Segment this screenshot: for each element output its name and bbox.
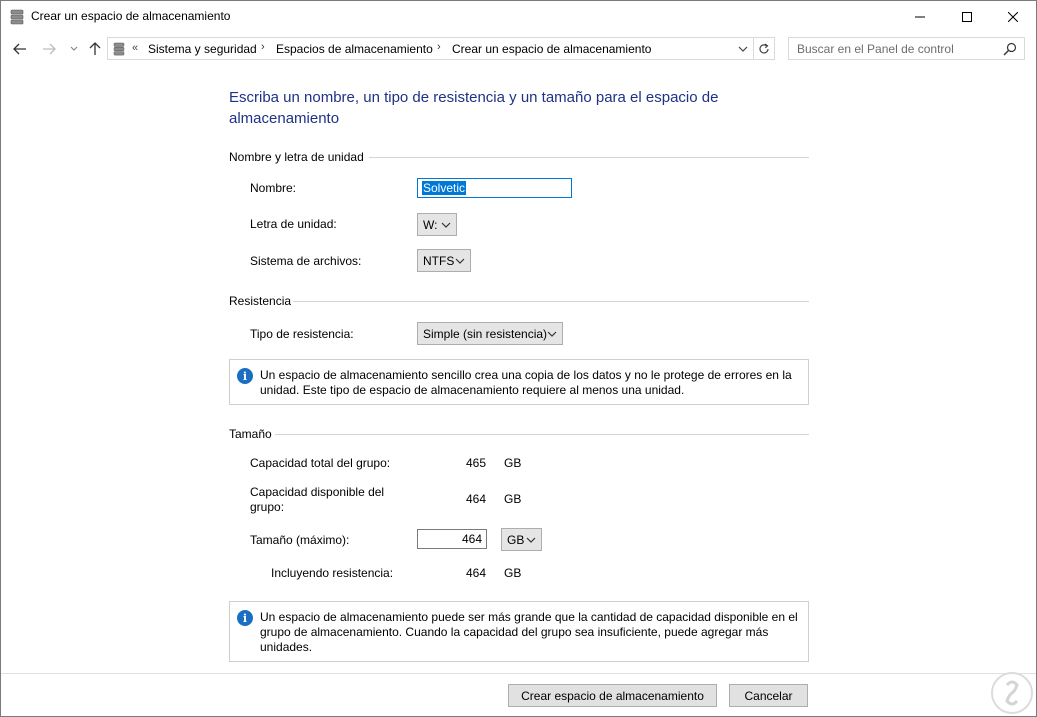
section-title-resiliency: Resistencia (229, 294, 292, 308)
total-capacity-unit: GB (504, 456, 522, 470)
chevron-down-icon (526, 537, 536, 543)
size-label: Tamaño (máximo): (250, 533, 350, 547)
filesystem-label: Sistema de archivos: (250, 254, 362, 268)
title-bar: Crear un espacio de almacenamiento (1, 1, 1036, 32)
breadcrumb-system-security[interactable]: Sistema y seguridad (148, 42, 257, 56)
resiliency-info-box: i Un espacio de almacenamiento sencillo … (229, 359, 809, 405)
navigation-bar: « Sistema y seguridad › Espacios de alma… (1, 35, 1036, 63)
chevron-down-icon (738, 46, 748, 52)
search-input[interactable]: Buscar en el Panel de control (788, 37, 1025, 60)
available-capacity-value: 464 (466, 492, 487, 506)
size-info-text: Un espacio de almacenamiento puede ser m… (260, 610, 798, 654)
chevron-down-icon (441, 222, 451, 228)
cancel-button[interactable]: Cancelar (729, 684, 808, 707)
size-field[interactable]: 464 (417, 529, 487, 549)
breadcrumb-storage-spaces[interactable]: Espacios de almacenamiento (276, 42, 433, 56)
resiliency-type-select[interactable]: Simple (sin resistencia) (417, 322, 563, 345)
filesystem-select[interactable]: NTFS (417, 249, 471, 272)
section-title-name: Nombre y letra de unidad (229, 150, 364, 164)
minimize-button[interactable] (897, 1, 943, 32)
window-title: Crear un espacio de almacenamiento (31, 9, 231, 23)
section-divider (293, 301, 809, 302)
available-capacity-label: Capacidad disponible del grupo: (250, 485, 385, 514)
resiliency-info-text: Un espacio de almacenamiento sencillo cr… (260, 368, 792, 397)
section-divider (369, 157, 809, 158)
breadcrumb-create-storage-space[interactable]: Crear un espacio de almacenamiento (452, 42, 651, 56)
page-heading: Escriba un nombre, un tipo de resistenci… (229, 89, 719, 127)
refresh-button[interactable] (754, 37, 775, 60)
control-panel-icon (113, 42, 125, 56)
breadcrumb-separator[interactable]: › (437, 41, 441, 53)
name-field[interactable]: Solvetic (417, 178, 572, 198)
address-bar[interactable]: « Sistema y seguridad › Espacios de alma… (107, 37, 754, 60)
minimize-icon (915, 16, 925, 17)
size-field-value: 464 (461, 532, 482, 546)
arrow-right-icon (43, 43, 56, 55)
size-unit-value: GB (507, 533, 525, 547)
create-storage-space-button[interactable]: Crear espacio de almacenamiento (508, 684, 717, 707)
including-resiliency-label: Incluyendo resistencia: (271, 566, 394, 580)
total-capacity-label: Capacidad total del grupo: (250, 456, 391, 470)
breadcrumb-separator[interactable]: › (261, 41, 265, 53)
drive-letter-label: Letra de unidad: (250, 217, 337, 231)
storage-space-window: Crear un espacio de almacenamiento « Sis… (0, 0, 1037, 717)
recent-locations-button[interactable] (65, 40, 83, 58)
watermark-logo (991, 672, 1033, 714)
storage-spaces-icon (10, 9, 24, 25)
section-divider (275, 434, 809, 435)
drive-letter-select[interactable]: W: (417, 213, 457, 236)
including-resiliency-value: 464 (466, 566, 487, 580)
close-button[interactable] (990, 1, 1036, 32)
maximize-icon (962, 11, 972, 22)
arrow-left-icon (13, 43, 26, 55)
info-icon: i (237, 610, 253, 626)
section-title-size: Tamaño (229, 427, 272, 441)
up-button[interactable] (86, 40, 104, 58)
close-icon (1008, 11, 1018, 22)
chevron-down-icon (70, 46, 78, 51)
info-icon: i (237, 368, 253, 384)
search-placeholder: Buscar en el Panel de control (797, 42, 954, 56)
breadcrumb-overflow[interactable]: « (132, 42, 138, 54)
forward-button[interactable] (40, 40, 58, 58)
footer-divider (1, 673, 1036, 674)
size-info-box: i Un espacio de almacenamiento puede ser… (229, 601, 809, 662)
including-resiliency-unit: GB (504, 566, 522, 580)
resiliency-type-value: Simple (sin resistencia) (423, 327, 548, 341)
name-label: Nombre: (250, 181, 297, 195)
address-dropdown-button[interactable] (736, 42, 750, 56)
back-button[interactable] (11, 40, 29, 58)
resiliency-type-label: Tipo de resistencia: (250, 327, 354, 341)
total-capacity-value: 465 (466, 456, 487, 470)
filesystem-value: NTFS (423, 254, 455, 268)
refresh-icon (759, 43, 769, 53)
chevron-down-icon (455, 258, 465, 264)
maximize-button[interactable] (944, 1, 990, 32)
size-unit-select[interactable]: GB (501, 528, 542, 551)
chevron-down-icon (547, 331, 557, 337)
search-icon (1003, 42, 1017, 56)
name-field-value: Solvetic (422, 181, 467, 195)
available-capacity-unit: GB (504, 492, 522, 506)
drive-letter-value: W: (423, 218, 438, 232)
arrow-up-icon (89, 42, 101, 55)
